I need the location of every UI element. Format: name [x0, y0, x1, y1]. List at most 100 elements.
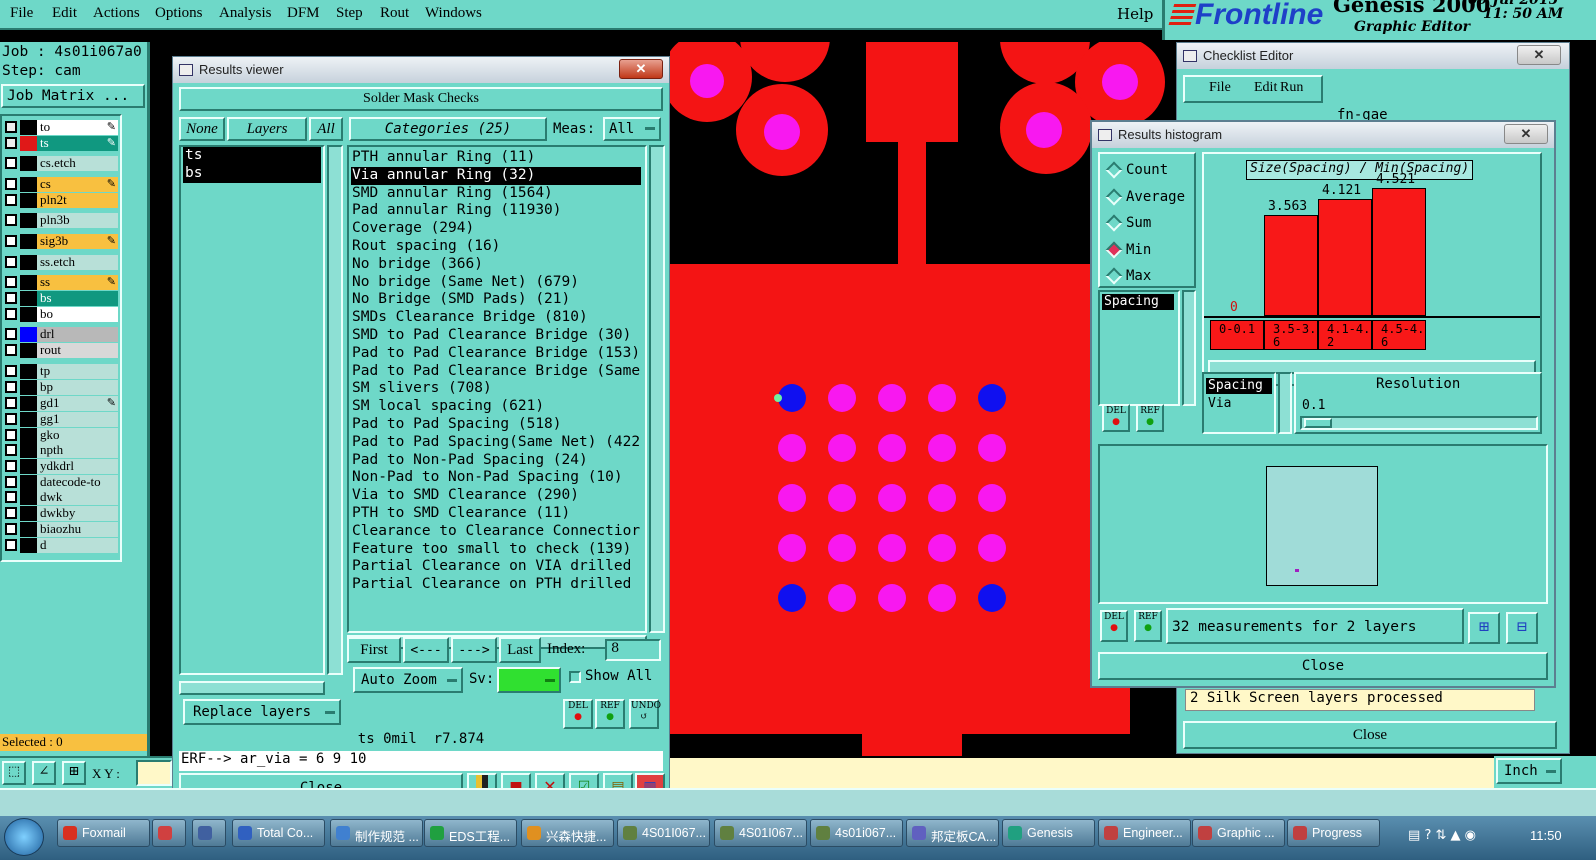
layer-row-ydkdrl[interactable]: ydkdrl: [3, 459, 118, 474]
taskbar-item[interactable]: [192, 819, 226, 847]
layer-color-swatch[interactable]: [20, 327, 37, 342]
tray-up-icon[interactable]: ▲: [1451, 828, 1461, 843]
close-icon[interactable]: ✕: [1517, 45, 1561, 65]
layer-row-cs[interactable]: cs ✎: [3, 177, 118, 192]
layer-row-dwk[interactable]: dwk: [3, 490, 118, 505]
layer-checkbox[interactable]: [5, 365, 17, 377]
menu-rout[interactable]: Rout: [380, 5, 409, 22]
job-matrix-button[interactable]: Job Matrix ...: [1, 84, 145, 108]
layer-color-swatch[interactable]: [20, 538, 37, 553]
menu-windows[interactable]: Windows: [425, 5, 482, 22]
show-all-checkbox[interactable]: [569, 671, 581, 683]
taskbar-item[interactable]: 制作规范 ...: [330, 819, 423, 847]
layer-result-item[interactable]: ts: [183, 147, 321, 165]
category-item[interactable]: SMDs Clearance Bridge (810): [351, 309, 641, 327]
hist-del-button[interactable]: DEL ●: [1102, 404, 1130, 432]
resolution-slider[interactable]: [1300, 416, 1538, 430]
summary-ref-button[interactable]: REF ●: [1134, 610, 1162, 642]
del-button[interactable]: DEL ●: [563, 699, 593, 729]
layer-color-swatch[interactable]: [20, 380, 37, 395]
layer-list-hscrollbar[interactable]: [179, 681, 325, 695]
category-item[interactable]: No bridge (Same Net) (679): [351, 274, 641, 292]
layer-row-ss[interactable]: ss ✎: [3, 275, 118, 290]
close-icon[interactable]: ✕: [1504, 124, 1548, 144]
ref-button[interactable]: REF ●: [595, 699, 625, 729]
category-item[interactable]: SM slivers (708): [351, 380, 641, 398]
layer-checkbox[interactable]: [5, 178, 17, 190]
layer-color-swatch[interactable]: [20, 255, 37, 270]
taskbar-item[interactable]: Total Co...: [232, 819, 325, 847]
category-item[interactable]: Non-Pad to Non-Pad Spacing (10): [351, 469, 641, 487]
close-icon[interactable]: ✕: [619, 59, 663, 79]
layer-checkbox[interactable]: [5, 276, 17, 288]
taskbar-item[interactable]: 邦定板CA...: [906, 819, 999, 847]
category-item[interactable]: PTH annular Ring (11): [351, 149, 641, 167]
category-item[interactable]: Via annular Ring (32): [351, 166, 641, 185]
layer-color-swatch[interactable]: [20, 522, 37, 537]
zoom-out-icon[interactable]: ⊟: [1506, 612, 1538, 644]
layer-color-swatch[interactable]: [20, 213, 37, 228]
layer-checkbox[interactable]: [5, 235, 17, 247]
layer-checkbox[interactable]: [5, 507, 17, 519]
menu-analysis[interactable]: Analysis: [219, 5, 272, 22]
layer-checkbox[interactable]: [5, 491, 17, 503]
layer-checkbox[interactable]: [5, 137, 17, 149]
taskbar-item[interactable]: Foxmail: [57, 819, 150, 847]
layer-color-swatch[interactable]: [20, 120, 37, 135]
layer-row-pln3b[interactable]: pln3b: [3, 213, 118, 228]
layer-color-swatch[interactable]: [20, 234, 37, 249]
layer-row-rout[interactable]: rout: [3, 343, 118, 358]
category-item[interactable]: Pad to Non-Pad Spacing (24): [351, 452, 641, 470]
zoom-in-icon[interactable]: ⊞: [1468, 612, 1500, 644]
taskbar-item[interactable]: Progress: [1287, 819, 1380, 847]
menu-step[interactable]: Step: [336, 5, 363, 22]
keyboard-icon[interactable]: ▤: [1408, 828, 1420, 843]
spacing-list-item[interactable]: Spacing: [1102, 294, 1174, 310]
layer-row-pln2t[interactable]: pln2t: [3, 193, 118, 208]
none-button[interactable]: None: [179, 117, 225, 141]
layer-checkbox[interactable]: [5, 429, 17, 441]
hist-bar[interactable]: [1264, 215, 1318, 316]
layer-checkbox[interactable]: [5, 523, 17, 535]
replace-layers-select[interactable]: Replace layers: [183, 699, 341, 725]
category-item[interactable]: Pad to Pad Spacing(Same Net) (422: [351, 434, 641, 452]
layer-list-scrollbar[interactable]: [327, 145, 343, 675]
undo-button[interactable]: UNDO ↺: [629, 699, 661, 729]
index-input[interactable]: 8: [605, 639, 661, 661]
category-item[interactable]: Pad to Pad Spacing (518): [351, 416, 641, 434]
category-item[interactable]: Via to SMD Clearance (290): [351, 487, 641, 505]
layer-row-biaozhu[interactable]: biaozhu: [3, 522, 118, 537]
categories-button[interactable]: Categories (25): [349, 117, 547, 141]
first-button[interactable]: First: [347, 637, 401, 663]
category-item[interactable]: Feature too small to check (139): [351, 541, 641, 559]
layer-row-npth[interactable]: npth: [3, 443, 118, 458]
sv-color-select[interactable]: [497, 667, 561, 693]
menu-dfm[interactable]: DFM: [287, 5, 320, 22]
layer-color-swatch[interactable]: [20, 307, 37, 322]
category-item[interactable]: Pad to Pad Clearance Bridge (153): [351, 345, 641, 363]
select-tool-icon[interactable]: ⬚: [2, 761, 26, 785]
help-icon[interactable]: ?: [1424, 828, 1431, 843]
layer-row-cs.etch[interactable]: cs.etch: [3, 156, 118, 171]
grid-tool-icon[interactable]: ⊞: [62, 761, 86, 785]
menu-file[interactable]: File: [10, 5, 33, 22]
network-icon[interactable]: ⇅: [1435, 828, 1446, 843]
layer-color-swatch[interactable]: [20, 412, 37, 427]
layer-row-to[interactable]: to ✎: [3, 120, 118, 135]
layer-row-bs[interactable]: bs: [3, 291, 118, 306]
layer-checkbox[interactable]: [5, 121, 17, 133]
category-item[interactable]: Partial Clearance on VIA drilled: [351, 558, 641, 576]
xy-input[interactable]: [136, 760, 172, 786]
checklist-menu-edit[interactable]: Edit: [1254, 80, 1277, 96]
layer-row-sig3b[interactable]: sig3b ✎: [3, 234, 118, 249]
spacing-list-scrollbar[interactable]: [1182, 290, 1196, 406]
layer-color-swatch[interactable]: [20, 156, 37, 171]
layer-row-tp[interactable]: tp: [3, 364, 118, 379]
layer-row-bp[interactable]: bp: [3, 380, 118, 395]
layer-color-swatch[interactable]: [20, 506, 37, 521]
layer-color-swatch[interactable]: [20, 193, 37, 208]
next-button[interactable]: --->: [451, 637, 497, 663]
layer-checkbox[interactable]: [5, 413, 17, 425]
layer-row-gko[interactable]: gko: [3, 428, 118, 443]
categories-scrollbar[interactable]: [649, 145, 665, 633]
